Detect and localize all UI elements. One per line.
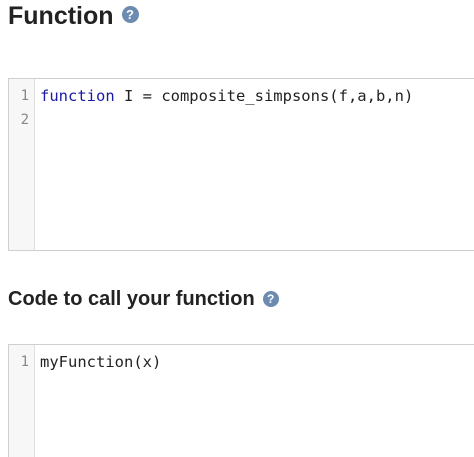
line-number: 1 — [20, 88, 29, 104]
code-token: I = composite_simpsons(f,a,b,n) — [114, 87, 414, 105]
line-number-gutter: 1 2 — [9, 79, 35, 250]
help-icon[interactable]: ? — [262, 291, 279, 307]
function-code-editor[interactable]: 1 2 function I = composite_simpsons(f,a,… — [8, 78, 474, 251]
function-heading: Function ? — [8, 1, 139, 31]
code-line[interactable]: function I = composite_simpsons(f,a,b,n) — [40, 84, 474, 108]
line-number: 2 — [20, 112, 29, 128]
function-title: Function — [8, 1, 114, 30]
keyword-token: function — [40, 87, 115, 105]
line-number-gutter: 1 — [9, 345, 35, 457]
code-line[interactable] — [40, 108, 474, 132]
code-area[interactable]: function I = composite_simpsons(f,a,b,n) — [35, 79, 474, 250]
page: Function ? 1 2 function I = composite_si… — [0, 0, 474, 457]
help-icon[interactable]: ? — [121, 5, 139, 23]
code-area[interactable]: myFunction(x) — [35, 345, 474, 457]
call-code-editor[interactable]: 1 myFunction(x) — [8, 344, 474, 457]
code-line[interactable]: myFunction(x) — [40, 350, 474, 374]
call-code-title: Code to call your function — [8, 287, 255, 310]
line-number: 1 — [20, 354, 29, 370]
call-code-heading: Code to call your function ? — [8, 285, 279, 313]
